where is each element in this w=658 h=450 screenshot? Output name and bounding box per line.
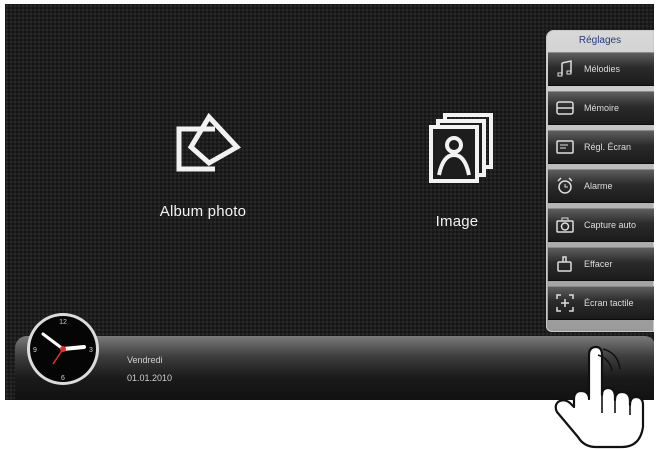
music-note-icon <box>557 60 572 77</box>
clock-numeral-3: 3 <box>89 347 93 354</box>
pointing-hand-icon <box>554 345 645 449</box>
weekday-text: Vendredi <box>127 355 163 365</box>
menu-item-melodies[interactable]: Mélodies <box>548 52 654 86</box>
menu-item-label: Régl. Écran <box>584 142 632 152</box>
settings-menu: Réglages Mélodies Mémoire Régl. Écran Al… <box>546 30 654 332</box>
clock-hour-hand <box>61 345 86 351</box>
menu-item-effacer[interactable]: Effacer <box>548 247 654 281</box>
album-photo-label: Album photo <box>159 203 247 220</box>
menu-item-label: Écran tactile <box>584 298 634 308</box>
menu-item-label: Mélodies <box>584 64 621 74</box>
clock-numeral-6: 6 <box>61 375 65 382</box>
image-label: Image <box>435 213 479 230</box>
delete-hand-icon <box>557 256 572 272</box>
menu-item-memoire[interactable]: Mémoire <box>548 91 654 125</box>
touch-screen-icon <box>556 294 574 312</box>
menu-item-label: Capture auto <box>584 220 637 230</box>
menu-item-regl-ecran[interactable]: Régl. Écran <box>548 130 654 164</box>
camera-icon <box>556 217 574 233</box>
alarm-clock-icon <box>557 177 573 194</box>
analog-clock: 12 3 6 9 <box>27 313 99 385</box>
clock-numeral-12: 12 <box>59 319 67 326</box>
menu-item-label: Alarme <box>584 181 613 191</box>
screen-settings-icon <box>556 140 574 154</box>
menu-item-ecran-tactile[interactable]: Écran tactile <box>548 286 654 320</box>
settings-menu-title: Réglages <box>578 35 622 46</box>
image-tile[interactable]: Image <box>397 111 517 230</box>
image-icon <box>429 113 493 183</box>
menu-item-label: Mémoire <box>584 103 620 113</box>
memory-icon <box>556 101 574 115</box>
menu-item-label: Effacer <box>584 259 613 269</box>
album-photo-icon <box>176 113 241 172</box>
menu-item-alarme[interactable]: Alarme <box>548 169 654 203</box>
menu-item-capture-auto[interactable]: Capture auto <box>548 208 654 242</box>
device-screen: Album photo Image Réglages Mélodies Mémo… <box>5 4 654 400</box>
date-text: 01.01.2010 <box>127 373 173 383</box>
album-photo-tile[interactable]: Album photo <box>143 113 263 220</box>
clock-numeral-9: 9 <box>33 347 37 354</box>
